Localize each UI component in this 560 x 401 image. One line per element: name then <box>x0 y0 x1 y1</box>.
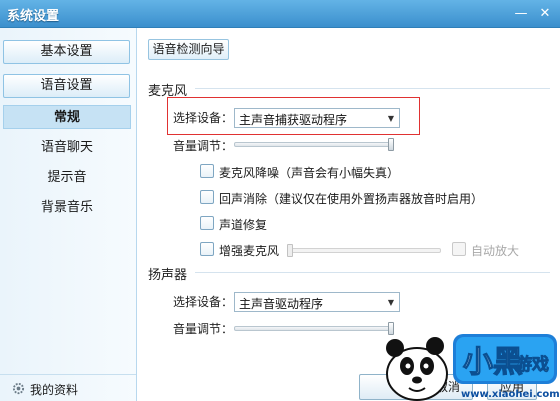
basic-settings-button[interactable]: 基本设置 <box>3 40 130 64</box>
mic-device-select[interactable]: 主声音捕获驱动程序 ▼ <box>234 108 400 128</box>
noise-reduction-label: 麦克风降噪（声音会有小幅失真） <box>219 166 400 180</box>
channel-repair-checkbox[interactable] <box>200 216 214 230</box>
mic-volume-slider[interactable] <box>234 138 394 151</box>
chevron-down-icon: ▼ <box>387 298 394 307</box>
echo-cancel-label: 回声消除（建议仅在使用外置扬声器放音时启用） <box>219 192 484 206</box>
auto-amplify-label: 自动放大 <box>471 244 520 258</box>
speaker-volume-slider[interactable] <box>234 322 394 335</box>
window-title: 系统设置 <box>7 9 60 24</box>
mic-device-value: 主声音捕获驱动程序 <box>239 113 348 127</box>
speaker-device-value: 主声音驱动程序 <box>239 297 324 311</box>
slider-track <box>287 248 441 253</box>
mic-boost-checkbox[interactable] <box>200 242 214 256</box>
sidebar-item-voice-chat[interactable]: 语音聊天 <box>3 136 131 160</box>
speaker-section-title: 扬声器 <box>148 268 188 283</box>
sidebar: 基本设置 语音设置 常规 语音聊天 提示音 背景音乐 我的资料 <box>0 28 137 401</box>
mic-volume-label: 音量调节： <box>173 139 234 153</box>
noise-reduction-checkbox[interactable] <box>200 164 214 178</box>
speaker-device-label: 选择设备： <box>173 295 234 309</box>
close-button[interactable]: ✕ <box>537 6 553 22</box>
watermark-logo: 小黑 游戏 www.xiaohei.com <box>386 334 560 401</box>
sidebar-item-notification-sound[interactable]: 提示音 <box>3 166 131 190</box>
channel-repair-label: 声道修复 <box>219 218 268 232</box>
mic-boost-slider[interactable] <box>287 244 441 257</box>
echo-cancel-checkbox[interactable] <box>200 190 214 204</box>
section-divider <box>195 272 550 273</box>
svg-text:游戏: 游戏 <box>515 354 549 375</box>
sidebar-item-background-music[interactable]: 背景音乐 <box>3 196 131 220</box>
slider-track <box>234 142 394 147</box>
my-profile-link[interactable]: 我的资料 <box>0 374 136 401</box>
voice-settings-button[interactable]: 语音设置 <box>3 74 130 98</box>
mic-boost-label: 增强麦克风 <box>219 244 280 258</box>
chevron-down-icon: ▼ <box>387 114 394 123</box>
slider-track <box>234 326 394 331</box>
sidebar-item-general[interactable]: 常规 <box>3 105 131 129</box>
section-divider <box>195 88 550 89</box>
svg-text:www.xiaohei.com: www.xiaohei.com <box>461 389 560 400</box>
auto-amplify-checkbox[interactable] <box>452 242 466 256</box>
slider-thumb[interactable] <box>388 138 394 151</box>
speaker-volume-label: 音量调节： <box>173 322 234 336</box>
slider-thumb[interactable] <box>287 244 293 257</box>
svg-text:小黑: 小黑 <box>463 345 523 380</box>
voice-test-wizard-button[interactable]: 语音检测向导 <box>148 39 229 60</box>
minimize-button[interactable]: — <box>513 6 529 22</box>
title-bar: 系统设置 — ✕ <box>0 0 560 28</box>
speaker-device-select[interactable]: 主声音驱动程序 ▼ <box>234 292 400 312</box>
my-profile-label: 我的资料 <box>30 383 79 397</box>
mic-device-label: 选择设备： <box>173 111 234 125</box>
gear-icon <box>12 382 25 395</box>
